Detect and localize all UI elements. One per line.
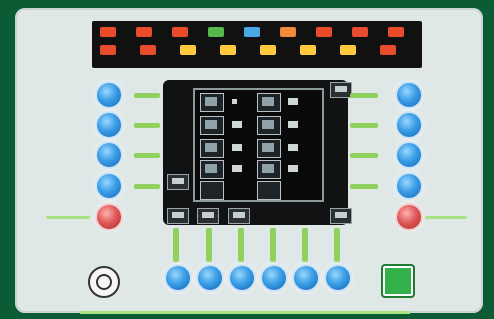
sensor-icon (200, 116, 224, 135)
lock-icon (220, 45, 236, 55)
cell-value (232, 121, 242, 128)
led-bar (173, 228, 179, 262)
cell-value (288, 165, 298, 172)
bottom-button-5[interactable] (294, 266, 318, 290)
led-bar (270, 228, 276, 262)
right-red-button[interactable] (397, 205, 421, 229)
bottom-button-1[interactable] (166, 266, 190, 290)
fan-icon (100, 45, 116, 55)
clock-icon (172, 27, 188, 37)
gauge-icon (257, 160, 281, 179)
left-red-button[interactable] (97, 205, 121, 229)
cell-marker (232, 99, 237, 104)
lock-icon (300, 45, 316, 55)
sun-icon (257, 93, 281, 112)
down-icon[interactable] (197, 208, 219, 224)
up-icon[interactable] (167, 208, 189, 224)
arrows-icon (388, 27, 404, 37)
thermo-icon (200, 93, 224, 112)
blank-cell (257, 181, 281, 200)
led-bar (350, 184, 378, 189)
led-bar (334, 228, 340, 262)
led-bar (238, 228, 244, 262)
stop-icon (380, 45, 396, 55)
face-icon (200, 139, 224, 158)
cell-value (232, 144, 242, 151)
power-icon (257, 116, 281, 135)
led-bar (134, 123, 160, 128)
led-bar (350, 93, 378, 98)
power-button[interactable] (88, 266, 120, 298)
power-icon (96, 274, 112, 290)
led-bar (134, 93, 160, 98)
left-button-1[interactable] (97, 83, 121, 107)
right-button-1[interactable] (397, 83, 421, 107)
led-bar (302, 228, 308, 262)
plug-icon (136, 27, 152, 37)
bottom-button-4[interactable] (262, 266, 286, 290)
led-bar (206, 228, 212, 262)
led-strip (46, 216, 90, 219)
warning-icon (352, 27, 368, 37)
fan-icon (140, 45, 156, 55)
led-bar (350, 123, 378, 128)
right-button-4[interactable] (397, 174, 421, 198)
cell-value (288, 98, 298, 105)
grid-icon[interactable] (228, 208, 250, 224)
bulb-icon (208, 27, 224, 37)
led-strip (425, 216, 467, 219)
lamp-icon (257, 139, 281, 158)
side-key-icon[interactable] (167, 174, 189, 190)
led-bar (134, 153, 160, 158)
ice-icon (244, 27, 260, 37)
manufacturer-logo-icon (381, 264, 415, 298)
bottom-led-line (80, 311, 410, 314)
back-icon[interactable] (330, 208, 352, 224)
bottom-button-2[interactable] (198, 266, 222, 290)
lock-icon (260, 45, 276, 55)
led-bar (134, 184, 160, 189)
settings-icon[interactable] (330, 82, 352, 98)
left-button-4[interactable] (97, 174, 121, 198)
cell-value (232, 165, 242, 172)
cross-section-icon (100, 27, 116, 37)
led-bar (350, 153, 378, 158)
cell-value (288, 121, 298, 128)
snow-icon (280, 27, 296, 37)
left-button-3[interactable] (97, 143, 121, 167)
stand-icon (340, 45, 356, 55)
lock-icon (180, 45, 196, 55)
bottom-button-6[interactable] (326, 266, 350, 290)
blank-cell (200, 181, 224, 200)
right-button-3[interactable] (397, 143, 421, 167)
door-icon (316, 27, 332, 37)
cell-value (288, 144, 298, 151)
right-button-2[interactable] (397, 113, 421, 137)
vent-icon (200, 160, 224, 179)
bottom-button-3[interactable] (230, 266, 254, 290)
left-button-2[interactable] (97, 113, 121, 137)
